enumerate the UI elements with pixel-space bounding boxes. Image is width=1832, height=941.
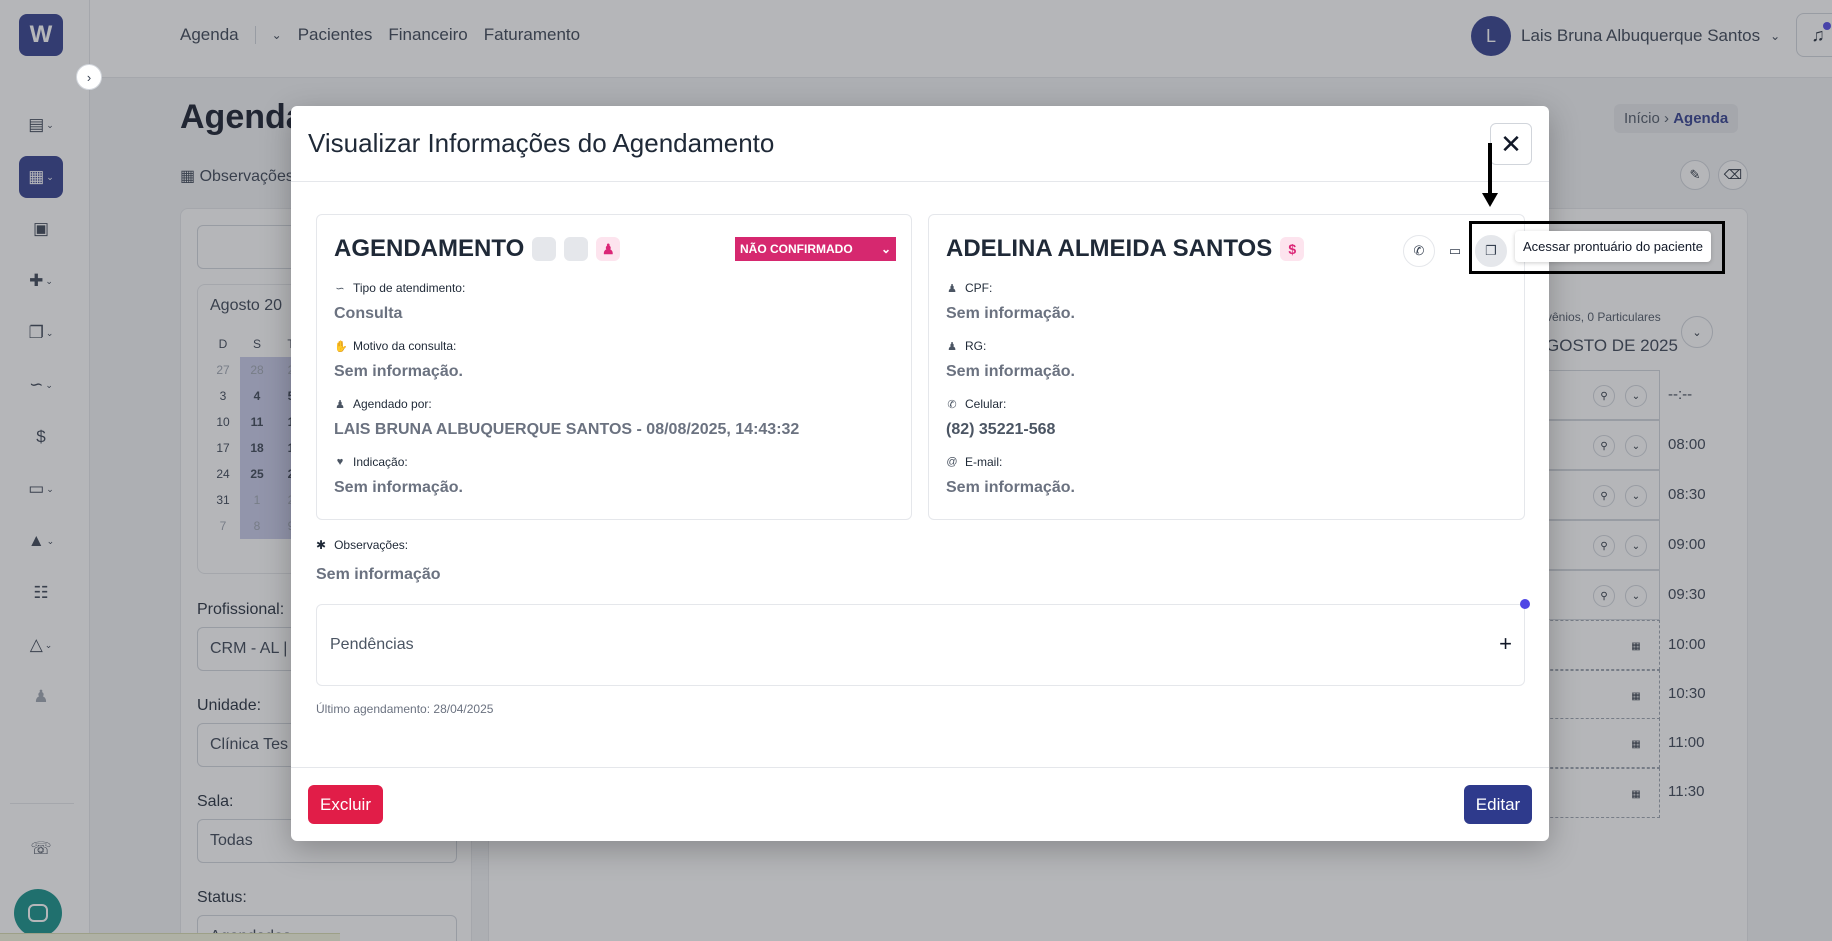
patient-card: ADELINA ALMEIDA SANTOS $ ✆ ▭ ❐ ♟ CPF: Sem… <box>928 214 1525 520</box>
asterisk-icon: ✱ <box>316 538 327 552</box>
plus-icon[interactable]: + <box>1499 631 1512 657</box>
field-label: ✆ Celular: <box>946 397 1006 411</box>
motivo-label: Motivo da consulta: <box>353 339 457 353</box>
handshake-icon: ♥ <box>336 456 344 468</box>
field-label: ∽ Tipo de atendimento: <box>334 281 465 295</box>
modal-title: Visualizar Informações do Agendamento <box>308 128 775 158</box>
highlight-box <box>1469 221 1725 274</box>
user-icon: ♟ <box>335 398 345 411</box>
tag-placeholder <box>564 237 589 261</box>
modal-footer-divider <box>291 767 1549 768</box>
pendencias-label: Pendências <box>330 636 414 653</box>
tipo-value: Consulta <box>334 305 403 322</box>
arrow-pointer <box>1488 143 1492 193</box>
field-label: @ E-mail: <box>946 455 1002 469</box>
rg-label: RG: <box>965 339 987 353</box>
whatsapp-icon[interactable]: ✆ <box>1403 235 1435 267</box>
appointment-title: AGENDAMENTO <box>334 235 525 262</box>
dollar-icon: $ <box>1280 237 1305 261</box>
appointment-heading: AGENDAMENTO ♟ <box>334 235 621 263</box>
close-icon[interactable]: ✕ <box>1490 123 1532 165</box>
pendencias-accordion[interactable]: Pendências + <box>316 599 1530 686</box>
tipo-label: Tipo de atendimento: <box>353 281 466 295</box>
indicacao-label: Indicação: <box>353 455 408 469</box>
observacoes-label: Observações: <box>334 538 409 552</box>
agendado-value: LAIS BRUNA ALBUQUERQUE SANTOS - 08/08/20… <box>334 421 800 438</box>
at-icon: @ <box>946 456 958 468</box>
user-icon: ♟ <box>947 340 957 353</box>
cpf-label: CPF: <box>965 281 993 295</box>
rg-value: Sem informação. <box>946 363 1075 380</box>
last-appointment: Último agendamento: 28/04/2025 <box>316 702 494 716</box>
patient-heading: ADELINA ALMEIDA SANTOS $ <box>946 235 1305 263</box>
field-label: ♟ CPF: <box>946 281 992 295</box>
appointment-modal: Visualizar Informações do Agendamento ✕ … <box>291 106 1549 841</box>
email-label: E-mail: <box>965 455 1003 469</box>
status-label: NÃO CONFIRMADO <box>740 242 853 256</box>
observacoes-heading: ✱ Observações: <box>316 538 408 552</box>
chevron-down-icon: ⌄ <box>880 242 891 256</box>
field-label: ♥ Indicação: <box>334 455 408 469</box>
celular-value: (82) 35221-568 <box>946 421 1056 438</box>
agendado-label: Agendado por: <box>353 397 432 411</box>
indicacao-value: Sem informação. <box>334 479 463 496</box>
user-icon: ♟ <box>947 282 957 295</box>
delete-button[interactable]: Excluir <box>308 785 383 824</box>
cpf-value: Sem informação. <box>946 305 1075 322</box>
email-value: Sem informação. <box>946 479 1075 496</box>
tag-placeholder <box>532 237 557 261</box>
field-label: ♟ Agendado por: <box>334 397 432 411</box>
indicator-dot <box>1520 599 1530 609</box>
user-check-icon: ♟ <box>596 237 621 261</box>
arrow-head <box>1482 193 1498 207</box>
hand-icon: ✋ <box>334 340 348 353</box>
observacoes-value: Sem informação <box>316 566 441 583</box>
edit-button[interactable]: Editar <box>1464 785 1532 824</box>
monitor-icon[interactable]: ▭ <box>1439 235 1471 267</box>
sidebar-toggle-button[interactable]: › <box>76 64 102 90</box>
stethoscope-icon: ∽ <box>335 282 345 295</box>
status-dropdown[interactable]: NÃO CONFIRMADO ⌄ <box>735 237 896 261</box>
field-label: ♟ RG: <box>946 339 986 353</box>
motivo-value: Sem informação. <box>334 363 463 380</box>
modal-header: Visualizar Informações do Agendamento ✕ <box>291 106 1549 182</box>
phone-icon: ✆ <box>947 398 957 411</box>
appointment-card: AGENDAMENTO ♟ NÃO CONFIRMADO ⌄ ∽ Tipo de … <box>316 214 912 520</box>
patient-name: ADELINA ALMEIDA SANTOS <box>946 235 1273 262</box>
celular-label: Celular: <box>965 397 1007 411</box>
field-label: ✋ Motivo da consulta: <box>334 339 456 353</box>
